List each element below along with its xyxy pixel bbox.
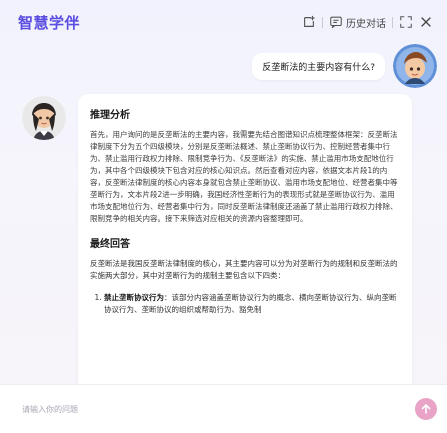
- header-actions: 历史对话: [302, 15, 433, 30]
- expand-button[interactable]: [399, 15, 413, 29]
- close-button[interactable]: [419, 15, 433, 29]
- send-arrow-icon: [421, 404, 431, 414]
- close-icon: [421, 17, 431, 27]
- assistant-message-card: 推理分析 首先，用户询问的是反垄断法的主要内容，我需要先结合图谱知识点梳理整体框…: [78, 94, 412, 384]
- composer: [0, 384, 447, 433]
- header-divider: [392, 16, 393, 28]
- reasoning-text: 首先，用户询问的是反垄断法的主要内容，我需要先结合图谱知识点梳理整体框架：反垄断…: [90, 130, 398, 223]
- history-label: 历史对话: [346, 18, 386, 30]
- assistant-avatar: [22, 96, 66, 140]
- answer-list: 禁止垄断协议行为：该部分内容涵盖垄断协议行为的概念、横向垄断协议行为、纵向垄断协…: [90, 292, 400, 316]
- answer-title: 最终回答: [90, 239, 130, 250]
- user-message-bubble: 反垄断法的主要内容有什么?: [252, 52, 385, 80]
- header-divider: [322, 16, 323, 28]
- new-chat-icon: [304, 15, 315, 27]
- assistant-avatar-image: [22, 96, 66, 140]
- chat-area[interactable]: 反垄断法的主要内容有什么? 推理分析 首先，用户询问的是反垄断法的主要内容，我需…: [0, 44, 447, 384]
- user-message-row: 反垄断法的主要内容有什么?: [252, 44, 437, 88]
- answer-intro: 反垄断法是我国反垄断法律制度的核心，其主要内容可以分为对垄断行为的规制和反垄断法…: [90, 259, 398, 280]
- question-input[interactable]: [20, 403, 415, 415]
- user-avatar-image: [393, 44, 437, 88]
- reasoning-title: 推理分析: [90, 110, 130, 121]
- expand-icon: [400, 16, 412, 28]
- list-item: 禁止垄断协议行为：该部分内容涵盖垄断协议行为的概念、横向垄断协议行为、纵向垄断协…: [104, 292, 400, 316]
- list-item-title: 禁止垄断协议行为: [104, 293, 164, 302]
- app-title: 智慧学伴: [18, 13, 81, 32]
- app-window: 智慧学伴 历史对话 反垄断法的主要内容有什么? 推理分析 首先，用户询问的是反垄…: [0, 0, 447, 433]
- new-chat-button[interactable]: [302, 15, 316, 29]
- send-button[interactable]: [415, 398, 437, 420]
- user-avatar: [393, 44, 437, 88]
- history-button[interactable]: 历史对话: [329, 15, 386, 30]
- header: 智慧学伴 历史对话: [0, 0, 447, 44]
- history-icon: [330, 16, 342, 29]
